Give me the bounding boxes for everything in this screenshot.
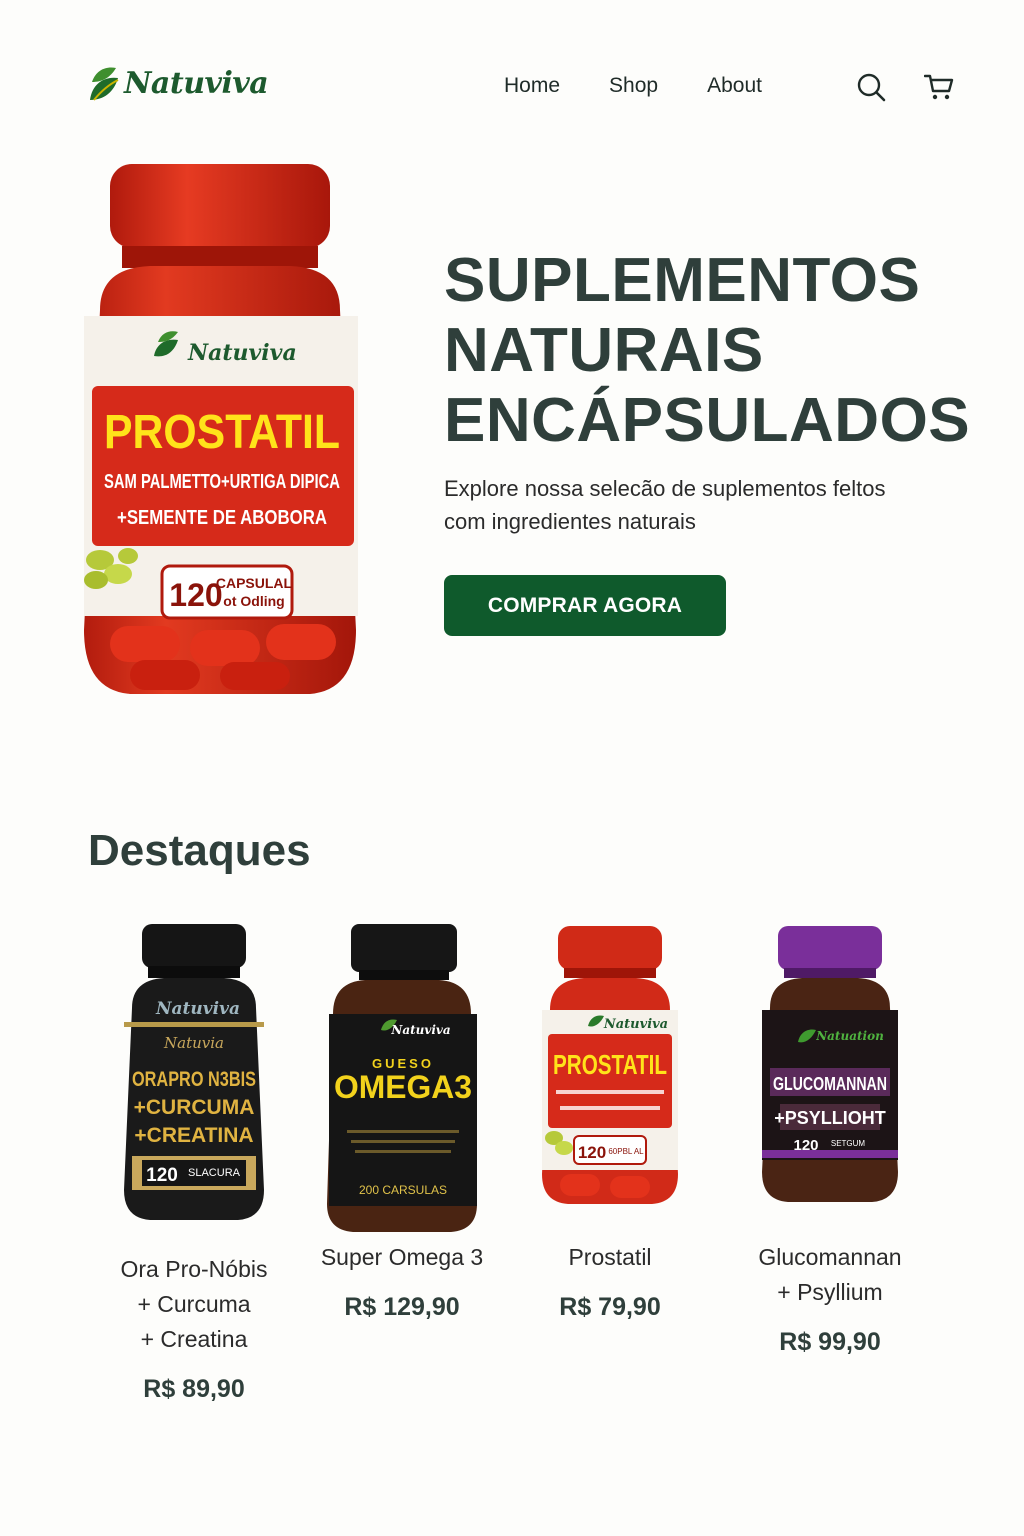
- product-name-line: + Curcuma: [137, 1291, 251, 1317]
- product-name-line: Ora Pro-Nóbis: [120, 1256, 268, 1282]
- nav-about[interactable]: About: [707, 74, 762, 98]
- search-icon[interactable]: [856, 72, 886, 102]
- product-price: R$ 129,90: [344, 1293, 460, 1321]
- cart-icon[interactable]: [924, 72, 954, 102]
- product-label-brand: Natuation: [815, 1029, 884, 1043]
- hero-title-line: ENCÁPSULADOS: [444, 386, 971, 455]
- hero-label-count-text1: CAPSULAL: [216, 575, 293, 591]
- hero-title-line: SUPLEMENTOS: [444, 246, 921, 315]
- product-name-line: Glucomannan: [758, 1244, 902, 1270]
- product-label-sub: Natuvia: [163, 1034, 224, 1052]
- product-label-line: +CREATINA: [134, 1124, 253, 1147]
- product-label-brand: Natuviva: [390, 1023, 450, 1037]
- product-card[interactable]: Natuviva GUESO OMEGA3 200 CARSULAS Super…: [302, 918, 502, 1322]
- product-name[interactable]: Prostatil: [520, 1240, 700, 1275]
- product-image: Natuviva Natuvia ORAPRO N3BIS +CURCUMA +…: [124, 924, 264, 1220]
- product-label-count-text: SETGUM: [831, 1139, 866, 1148]
- hero-label-brand: Natuviva: [187, 340, 297, 366]
- product-image: Natuviva PROSTATIL 120 60PBL AL: [542, 926, 678, 1204]
- product-label-line: GLUCOMANNAN: [773, 1074, 887, 1094]
- product-label-count: 120: [578, 1143, 606, 1162]
- product-price: R$ 99,90: [779, 1328, 881, 1356]
- main-nav: Home Shop About: [504, 74, 811, 98]
- product-card[interactable]: Natuviva Natuvia ORAPRO N3BIS +CURCUMA +…: [102, 918, 286, 1404]
- product-label-count-text: 200 CARSULAS: [359, 1183, 447, 1197]
- buy-now-button[interactable]: COMPRAR AGORA: [444, 575, 726, 636]
- product-name-line: + Creatina: [140, 1326, 248, 1352]
- product-label-line: OMEGA3: [334, 1069, 472, 1105]
- featured-section-title: Destaques: [88, 826, 311, 875]
- product-price: R$ 89,90: [143, 1375, 245, 1403]
- product-label-count-text: 60PBL AL: [608, 1147, 644, 1156]
- leaf-logo-icon: [90, 67, 119, 101]
- hero-label-count: 120: [169, 577, 222, 613]
- product-image: Natuation GLUCOMANNAN +PSYLLIOHT 120 SET…: [762, 926, 898, 1202]
- product-price: R$ 79,90: [559, 1293, 661, 1321]
- product-label-line: +CURCUMA: [134, 1096, 255, 1119]
- product-image: Natuviva GUESO OMEGA3 200 CARSULAS: [327, 924, 477, 1232]
- site-header: Natuviva Home Shop About: [0, 0, 1024, 170]
- hero-title: SUPLEMENTOS NATURAIS ENCÁPSULADOS: [444, 246, 1004, 456]
- hero-product-image: Natuviva PROSTATIL SAM PALMETTO+URTIGA D…: [84, 164, 358, 694]
- product-name[interactable]: Ora Pro-Nóbis + Curcuma + Creatina: [102, 1252, 286, 1357]
- hero-label-count-text2: ot Odling: [223, 593, 284, 609]
- product-name-line: Prostatil: [568, 1244, 652, 1270]
- product-label-count: 120: [146, 1165, 178, 1186]
- product-label-line: +PSYLLIOHT: [774, 1108, 886, 1128]
- hero-label-line2: +SEMENTE DE ABOBORA: [117, 507, 327, 529]
- hero-label-line1: SAM PALMETTO+URTIGA DIPICA: [104, 471, 340, 493]
- hero-title-line: NATURAIS: [444, 316, 764, 385]
- nav-shop[interactable]: Shop: [609, 74, 658, 98]
- brand-logo[interactable]: Natuviva: [88, 60, 269, 106]
- hero-label-product: PROSTATIL: [104, 406, 340, 459]
- hero-subtitle: Explore nossa selecão de suplementos fel…: [444, 476, 886, 534]
- product-label-count-text: SLACURA: [188, 1167, 241, 1179]
- product-label-line: ORAPRO N3BIS: [132, 1068, 256, 1091]
- product-name[interactable]: Super Omega 3: [302, 1240, 502, 1275]
- product-card[interactable]: Natuation GLUCOMANNAN +PSYLLIOHT 120 SET…: [740, 918, 920, 1357]
- brand-name: Natuviva: [124, 65, 269, 101]
- product-label-count: 120: [793, 1137, 818, 1154]
- product-card[interactable]: Natuviva PROSTATIL 120 60PBL AL Prostati…: [520, 918, 700, 1322]
- product-name-line: Super Omega 3: [320, 1244, 484, 1270]
- product-label-brand: Natuviva: [155, 999, 240, 1019]
- product-name[interactable]: Glucomannan + Psyllium: [740, 1240, 920, 1310]
- product-name-line: + Psyllium: [777, 1279, 883, 1305]
- product-label-line: PROSTATIL: [553, 1049, 667, 1080]
- product-label-brand: Natuviva: [603, 1017, 668, 1032]
- nav-home[interactable]: Home: [504, 74, 560, 98]
